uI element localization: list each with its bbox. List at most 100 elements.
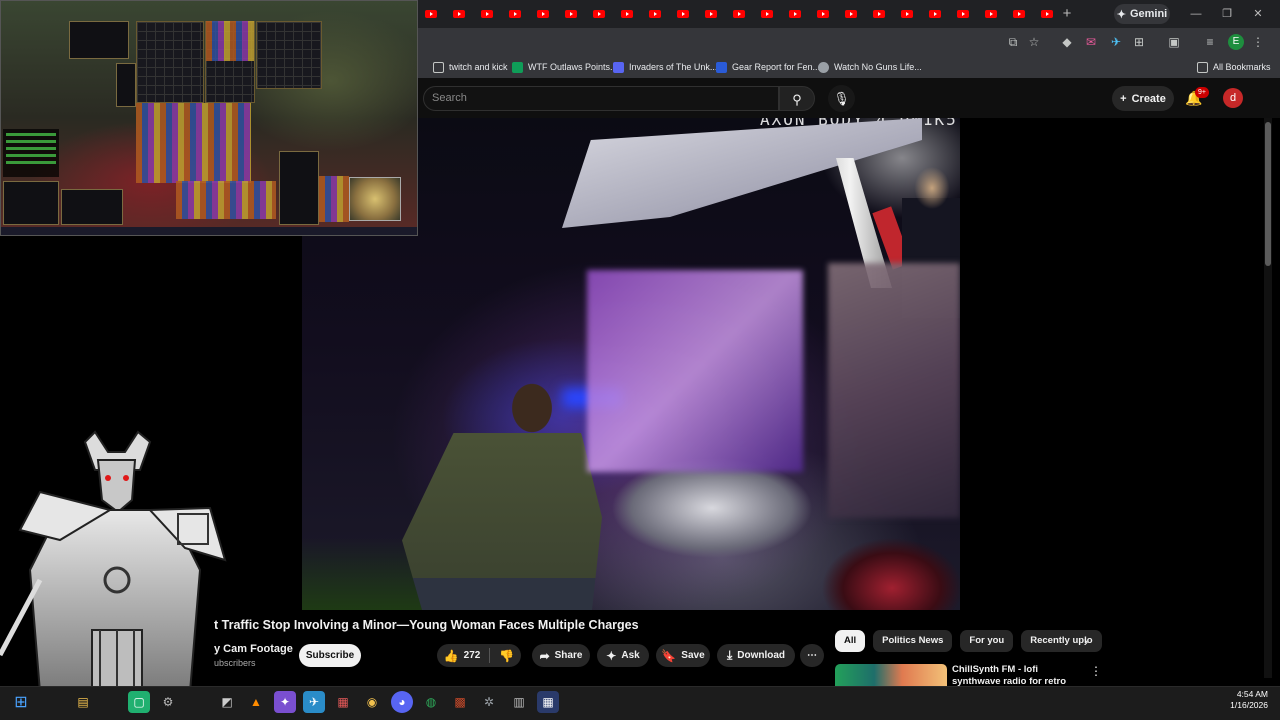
thumbs-up-icon[interactable]: 👍 [444,649,459,663]
video-title: t Traffic Stop Involving a Minor—Young W… [214,618,639,632]
game-action-bar[interactable] [1,227,417,235]
gemini-button[interactable]: ✦ Gemini [1114,4,1170,24]
chip-politics-news[interactable]: Politics News [873,630,953,652]
chrome-profile-avatar[interactable]: E [1228,34,1244,50]
youtube-favicon-icon [789,10,801,18]
create-button[interactable]: + Create [1112,86,1174,111]
search-icon[interactable]: ⚲ [779,86,815,111]
new-tab-icon[interactable]: + [1058,5,1076,23]
media-icon[interactable]: ≡ [1202,34,1218,50]
download-label: Download [737,650,786,661]
chip-all[interactable]: All [835,630,866,652]
app-icon[interactable]: ▥ [508,691,530,713]
ask-label: Ask [621,650,640,661]
browser-tab[interactable] [474,5,500,23]
minimize-icon[interactable]: — [1188,6,1204,22]
app-icon[interactable]: ◩ [216,691,238,713]
browser-tab[interactable] [558,5,584,23]
browser-tab[interactable] [418,5,444,23]
download-icon: ⤓ [726,648,733,662]
extensions-puzzle-icon[interactable]: ⊞ [1131,34,1147,50]
subscribe-button[interactable]: Subscribe [299,644,361,667]
game-inventory-grid[interactable] [136,21,204,103]
vlc-icon[interactable]: ▲ [245,691,267,713]
discord-icon[interactable]: ◕ [391,691,413,713]
browser-tab[interactable] [698,5,724,23]
app-icon[interactable]: ✈ [303,691,325,713]
bookmark-item[interactable]: Watch No Guns Life... [818,56,922,78]
recommendation-chips: All Politics News For you Recently uplo [835,630,1102,652]
browser-tab[interactable] [922,5,948,23]
recommended-video-thumbnail[interactable] [835,664,947,686]
browser-tab[interactable] [838,5,864,23]
browser-tab[interactable] [754,5,780,23]
browser-tab[interactable] [530,5,556,23]
browser-tab[interactable] [866,5,892,23]
browser-tab[interactable] [670,5,696,23]
bookmark-item[interactable]: Gear Report for Fen... [716,56,820,78]
ask-button[interactable]: ✦ Ask [597,644,649,667]
restore-icon[interactable]: ❐ [1219,6,1235,22]
chevron-right-icon[interactable]: › [1078,632,1094,650]
extension-mail-icon[interactable]: ✉ [1083,34,1099,50]
game-inventory-grid[interactable] [256,21,322,89]
app-icon[interactable]: ◍ [420,691,442,713]
bookmark-item[interactable]: WTF Outlaws Points... [512,56,618,78]
browser-tab[interactable] [614,5,640,23]
windows-start-icon[interactable]: ⊞ [10,691,32,713]
browser-tab[interactable] [894,5,920,23]
app-icon[interactable]: ✦ [274,691,296,713]
share-button[interactable]: ➦ Share [532,644,590,667]
chrome-menu-icon[interactable]: ⋮ [1250,34,1266,50]
browser-tab[interactable] [978,5,1004,23]
app-icon[interactable]: ▩ [449,691,471,713]
thumbs-down-icon[interactable]: 👎 [499,649,514,663]
browser-tab[interactable] [586,5,612,23]
browser-tab[interactable] [502,5,528,23]
settings-icon[interactable]: ⚙ [157,691,179,713]
browser-tab[interactable] [810,5,836,23]
close-icon[interactable]: ✕ [1250,6,1266,22]
app-icon[interactable]: ▢ [128,691,150,713]
shield-icon [716,61,727,73]
bookmark-icon: 🔖 [661,648,677,663]
user-avatar[interactable]: d [1223,88,1243,108]
recommended-video-title[interactable]: ChillSynth FM - lofi synthwave radio for… [952,664,1082,686]
browser-tab[interactable] [726,5,752,23]
extension-shield-icon[interactable]: ◆ [1059,34,1075,50]
browser-tab[interactable] [1034,5,1060,23]
browser-tab[interactable] [950,5,976,23]
file-explorer-icon[interactable]: ▤ [72,691,94,713]
save-button[interactable]: 🔖 Save [656,644,710,667]
more-vert-icon[interactable]: ⋮ [1090,664,1102,680]
search-input[interactable]: Search [423,86,779,111]
chip-for-you[interactable]: For you [960,630,1014,652]
tab-list [418,5,1060,23]
bookmark-label: Gear Report for Fen... [732,62,821,72]
microphone-icon[interactable]: 🎙 [828,85,855,112]
install-app-icon[interactable]: ⧉ [1005,34,1021,50]
all-bookmarks-label: All Bookmarks [1213,62,1271,72]
bookmark-star-icon[interactable]: ☆ [1026,34,1042,50]
bookmark-item[interactable]: Invaders of The Unk... [613,56,717,78]
like-count: 272 [463,650,481,661]
download-button[interactable]: ⤓ Download [717,644,795,667]
game-minimap[interactable] [349,177,401,221]
bookmark-item[interactable]: twitch and kick [433,56,508,78]
channel-name[interactable]: y Cam Footage [214,643,293,655]
browser-tab[interactable] [1006,5,1032,23]
app-icon[interactable]: ▦ [332,691,354,713]
active-app-icon[interactable]: ▦ [537,691,559,713]
all-bookmarks[interactable]: All Bookmarks [1197,56,1271,78]
split-view-icon[interactable]: ▣ [1166,34,1182,50]
scrollbar-thumb[interactable] [1265,122,1271,266]
settings-gear-icon[interactable]: ✲ [478,691,500,713]
more-actions-icon[interactable]: ⋯ [800,644,824,667]
browser-tab[interactable] [446,5,472,23]
game-window-overlay[interactable] [0,0,418,236]
browser-tab[interactable] [642,5,668,23]
browser-tab[interactable] [782,5,808,23]
extension-bird-icon[interactable]: ✈ [1108,34,1124,50]
chrome-icon[interactable]: ◉ [361,691,383,713]
youtube-favicon-icon [845,10,857,18]
